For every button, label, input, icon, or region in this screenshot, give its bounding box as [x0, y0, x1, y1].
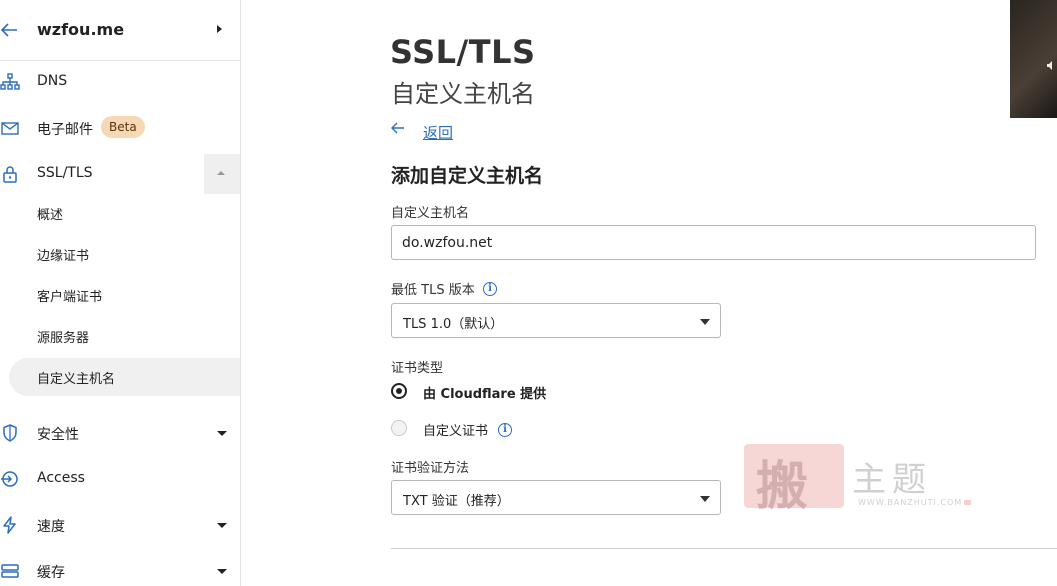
- collapse-button[interactable]: [204, 154, 240, 194]
- sidebar-subitem-overview[interactable]: 概述: [0, 194, 240, 232]
- radio-custom-cert[interactable]: [391, 420, 407, 436]
- chevron-up-icon: [217, 171, 225, 175]
- sidebar-subitem-edge-certificates[interactable]: 边缘证书: [0, 235, 240, 273]
- watermark-char: 搬: [756, 456, 809, 517]
- sidebar-item-email[interactable]: 电子邮件 Beta: [0, 108, 240, 148]
- sidebar-item-access[interactable]: Access: [0, 459, 240, 499]
- sidebar-subitem-client-certificates[interactable]: 客户端证书: [0, 276, 240, 314]
- watermark-logo: 搬 主题 WWW.BANZHUTI.COM: [744, 444, 972, 517]
- watermark-url: WWW.BANZHUTI.COM: [858, 498, 963, 507]
- sidebar-item-label: DNS: [37, 73, 68, 89]
- info-icon[interactable]: i: [498, 423, 512, 437]
- cache-icon: [1, 564, 19, 578]
- video-thumbnail[interactable]: [1010, 0, 1057, 118]
- sidebar-subitem-label: 概述: [37, 208, 64, 223]
- chevron-right-icon[interactable]: [217, 25, 222, 33]
- page-subtitle: 自定义主机名: [391, 80, 535, 108]
- access-icon: [1, 471, 18, 487]
- radio-cloudflare-label[interactable]: 由 Cloudflare 提供: [423, 383, 546, 402]
- info-icon[interactable]: i: [483, 282, 497, 296]
- chevron-down-icon: [217, 523, 227, 528]
- back-arrow-icon[interactable]: [0, 22, 18, 38]
- lock-icon: [3, 166, 17, 183]
- sidebar-subitem-origin-server[interactable]: 源服务器: [0, 317, 240, 355]
- volume-icon[interactable]: [1046, 60, 1057, 71]
- sidebar: wzfou.me DNS 电子邮件 Beta SSL/TLS 概述 边缘证书 客…: [0, 0, 241, 586]
- hostname-label: 自定义主机名: [391, 206, 470, 221]
- back-link[interactable]: 返回: [423, 122, 453, 143]
- sidebar-item-dns[interactable]: DNS: [0, 62, 240, 102]
- site-header[interactable]: wzfou.me: [0, 0, 240, 61]
- beta-badge: Beta: [101, 116, 145, 138]
- cert-type-label: 证书类型: [391, 361, 444, 376]
- mail-icon: [1, 122, 19, 135]
- verify-method-value: TXT 验证（推荐）: [403, 494, 510, 509]
- sidebar-subitem-label: 自定义主机名: [37, 372, 116, 387]
- min-tls-select[interactable]: TLS 1.0（默认）: [391, 303, 721, 338]
- sidebar-subitem-label: 源服务器: [37, 331, 90, 346]
- sidebar-item-security[interactable]: 安全性: [0, 413, 240, 453]
- watermark-text: 主题: [852, 460, 932, 500]
- sidebar-item-label: Access: [37, 470, 85, 486]
- network-icon: [0, 73, 20, 90]
- back-arrow-icon[interactable]: [391, 122, 405, 134]
- section-title: 添加自定义主机名: [391, 165, 544, 187]
- sidebar-subitem-label: 客户端证书: [37, 290, 103, 305]
- lightning-icon: [3, 516, 16, 534]
- min-tls-label: 最低 TLS 版本: [391, 283, 475, 298]
- chevron-down-icon: [700, 496, 710, 502]
- sidebar-item-label: 缓存: [37, 565, 65, 581]
- sidebar-item-speed[interactable]: 速度: [0, 505, 240, 545]
- sidebar-item-label: 电子邮件: [37, 122, 93, 138]
- chevron-down-icon: [700, 319, 710, 325]
- sidebar-item-caching[interactable]: 缓存: [0, 551, 240, 586]
- site-name: wzfou.me: [37, 20, 125, 39]
- sidebar-subitem-label: 边缘证书: [37, 249, 90, 264]
- verify-method-select[interactable]: TXT 验证（推荐）: [391, 480, 721, 515]
- hostname-input[interactable]: [391, 225, 1036, 260]
- chevron-down-icon: [217, 569, 227, 574]
- watermark-dot: [964, 500, 971, 505]
- shield-icon: [3, 424, 17, 442]
- divider: [391, 548, 1057, 549]
- radio-cloudflare[interactable]: [391, 383, 407, 399]
- verify-method-label: 证书验证方法: [391, 461, 470, 476]
- sidebar-subitem-custom-hostnames[interactable]: 自定义主机名: [9, 358, 240, 396]
- sidebar-item-label: 速度: [37, 519, 65, 535]
- chevron-down-icon: [217, 431, 227, 436]
- radio-custom-cert-label[interactable]: 自定义证书: [423, 420, 488, 439]
- sidebar-item-label: SSL/TLS: [37, 165, 93, 181]
- sidebar-item-label: 安全性: [37, 427, 79, 443]
- page-title: SSL/TLS: [390, 33, 536, 71]
- min-tls-value: TLS 1.0（默认）: [403, 317, 504, 332]
